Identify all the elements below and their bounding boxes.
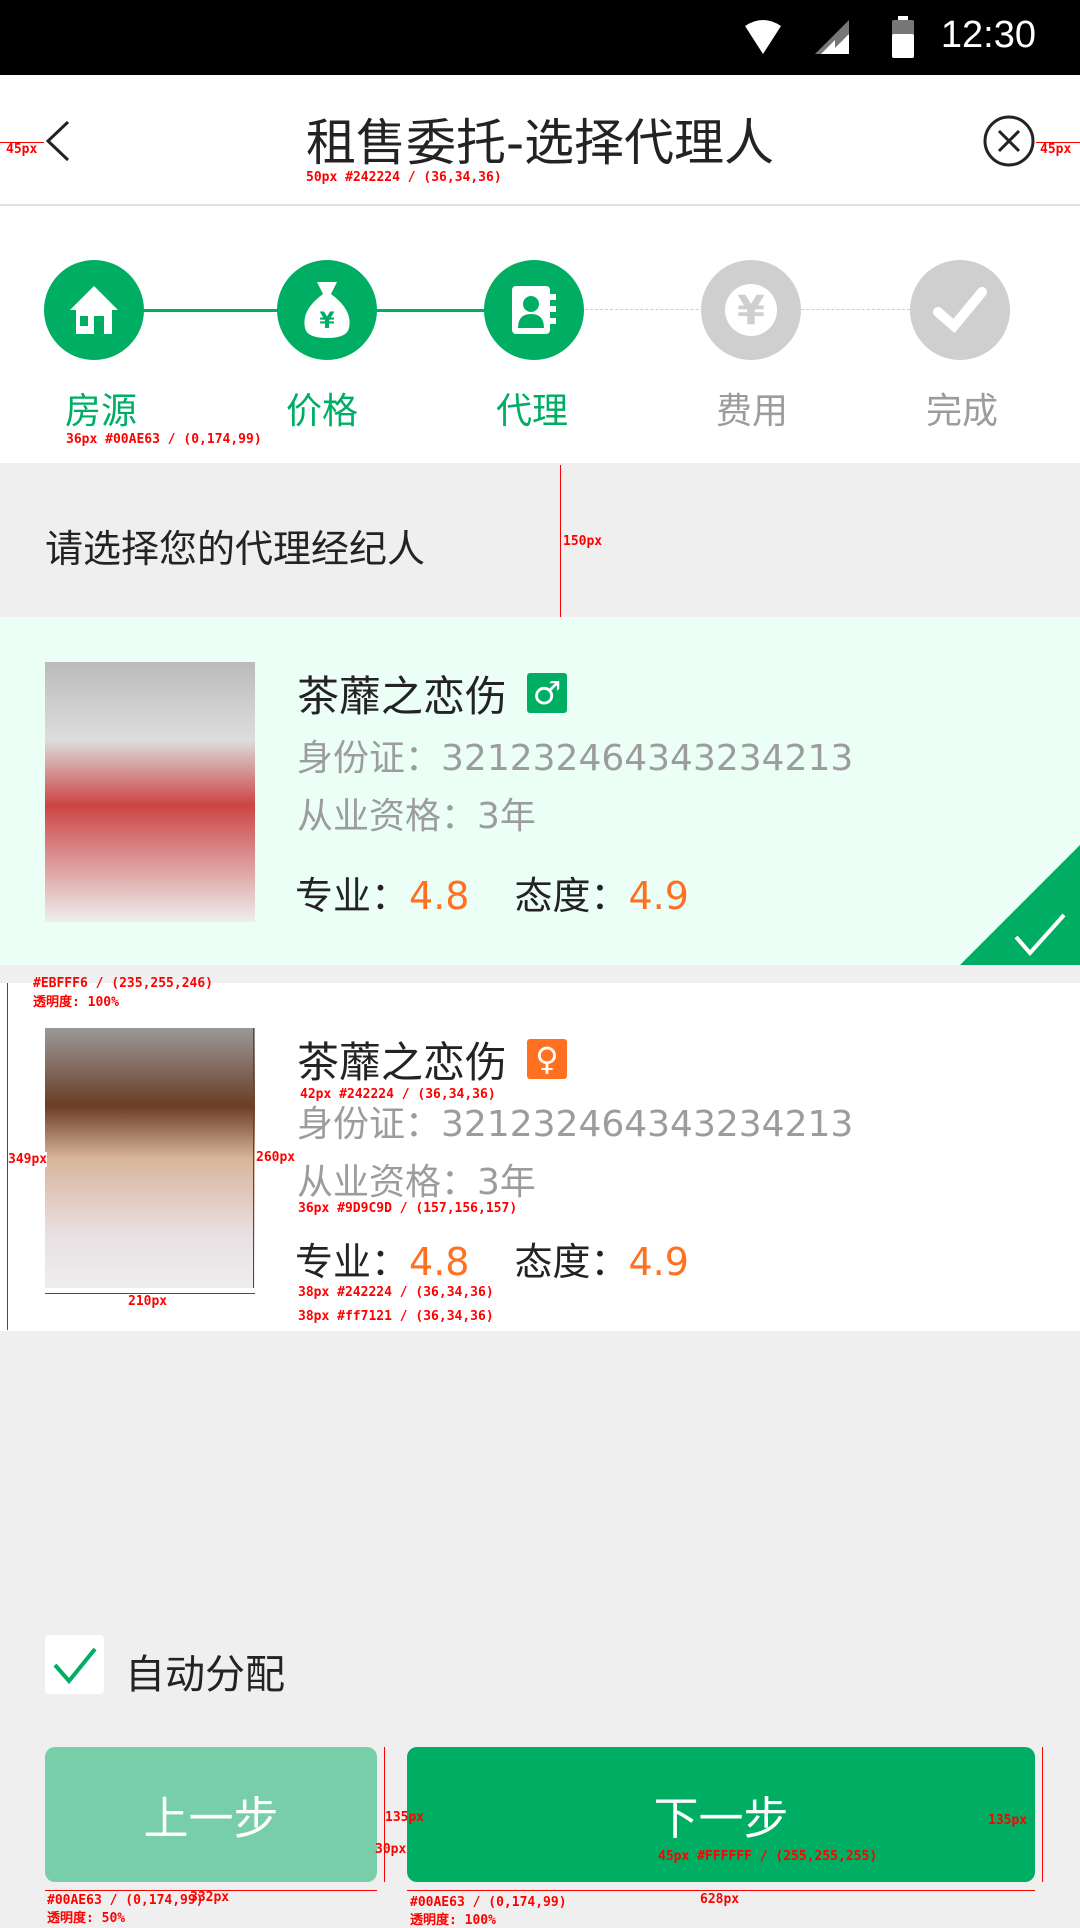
agent-id: 身份证：321232464343234213 <box>297 738 854 779</box>
annotation: 628px <box>700 1892 740 1907</box>
pro-score: 4.8 <box>409 874 470 918</box>
annotation: 42px #242224 / (36,34,36) <box>300 1087 496 1102</box>
agent-card[interactable]: 茶蘼之恋伤 ♀ 身份证：321232464343234213 从业资格：3年 专… <box>0 983 1080 1331</box>
annotation: 透明度: 100% <box>33 995 119 1010</box>
annotation: 36px #00AE63 / (0,174,99) <box>66 432 262 447</box>
annotation: 45px <box>6 142 38 157</box>
annotation: #EBFFF6 / (235,255,246) <box>33 976 214 991</box>
agent-experience: 从业资格：3年 <box>297 796 536 837</box>
agent-id: 身份证：321232464343234213 <box>297 1104 854 1145</box>
att-score: 4.9 <box>628 1240 689 1284</box>
step-4: ¥ <box>701 260 801 360</box>
step-3 <box>484 260 584 360</box>
battery-icon <box>892 16 914 58</box>
selected-check-icon <box>960 845 1080 965</box>
step-label: 房源 <box>64 391 137 432</box>
annotation: 30px <box>375 1842 407 1857</box>
prev-button[interactable]: 上一步 <box>45 1747 377 1882</box>
step-label: 价格 <box>285 391 358 432</box>
agent-photo <box>45 1028 255 1288</box>
annotation: 135px <box>385 1810 425 1825</box>
step-1 <box>44 260 144 360</box>
agent-ratings: 专业：4.8 态度：4.9 <box>295 1240 689 1284</box>
page-title: 租售委托-选择代理人 <box>305 114 775 172</box>
annotation: 260px <box>256 1150 296 1165</box>
annotation: 332px <box>190 1890 230 1905</box>
step-2: ¥ <box>277 260 377 360</box>
agent-photo <box>45 662 255 922</box>
clock: 12:30 <box>940 14 1036 56</box>
agent-name: 茶蘼之恋伤 <box>297 1038 508 1087</box>
annotation: 36px #9D9C9D / (157,156,157) <box>298 1201 518 1216</box>
check-icon <box>53 1647 97 1685</box>
step-label: 代理 <box>495 391 568 432</box>
female-icon: ♀ <box>527 1039 567 1079</box>
annotation: 45px #FFFFFF / (255,255,255) <box>658 1849 878 1864</box>
status-bar: 12:30 <box>0 0 1080 75</box>
close-circle-icon[interactable] <box>983 115 1035 167</box>
annotation: 45px <box>1040 142 1072 157</box>
check-icon <box>933 287 987 334</box>
annotation: 210px <box>128 1294 168 1309</box>
annotation-line <box>253 1028 254 1288</box>
wifi-icon <box>745 20 781 54</box>
contact-book-icon <box>512 286 556 334</box>
annotation-line <box>560 465 561 617</box>
house-icon <box>70 286 118 334</box>
annotation: 透明度: 50% <box>47 1911 126 1926</box>
agent-ratings: 专业：4.8 态度：4.9 <box>295 874 689 918</box>
annotation: 38px #242224 / (36,34,36) <box>298 1285 494 1300</box>
agent-card-selected[interactable]: 茶蘼之恋伤 ♂ 身份证：321232464343234213 从业资格：3年 专… <box>0 617 1080 965</box>
annotation-line <box>1042 1747 1043 1882</box>
annotation: #00AE63 / (0,174,99) <box>410 1895 567 1910</box>
agent-experience: 从业资格：3年 <box>297 1162 536 1203</box>
step-label: 完成 <box>925 391 998 432</box>
annotation: 150px <box>563 534 603 549</box>
annotation: 135px <box>988 1813 1028 1828</box>
annotation: 50px #242224 / (36,34,36) <box>306 170 502 185</box>
step-label: 费用 <box>715 391 788 432</box>
header: 租售委托-选择代理人 <box>0 75 1080 206</box>
section-title: 请选择您的代理经纪人 <box>45 527 426 571</box>
pro-score: 4.8 <box>409 1240 470 1284</box>
annotation-line <box>407 1890 1035 1891</box>
progress-steps: ¥ ¥ 房源 价格 代理 费用 完成 <box>0 206 1080 463</box>
signal-icon <box>815 20 849 54</box>
male-icon: ♂ <box>527 673 567 713</box>
annotation: #00AE63 / (0,174,99) <box>47 1893 204 1908</box>
svg-text:¥: ¥ <box>737 288 765 334</box>
annotation: 38px #ff7121 / (36,34,36) <box>298 1309 494 1324</box>
agent-name: 茶蘼之恋伤 <box>297 672 508 721</box>
svg-text:¥: ¥ <box>319 309 335 334</box>
section-header: 请选择您的代理经纪人 <box>0 463 1080 617</box>
att-score: 4.9 <box>628 874 689 918</box>
auto-assign-label: 自动分配 <box>125 1652 285 1698</box>
annotation: 透明度: 100% <box>410 1913 496 1928</box>
step-5 <box>910 260 1010 360</box>
auto-assign-checkbox[interactable] <box>45 1635 104 1694</box>
money-bag-icon: ¥ <box>304 282 350 338</box>
yen-icon: ¥ <box>725 284 777 336</box>
annotation: 349px <box>8 1152 48 1167</box>
